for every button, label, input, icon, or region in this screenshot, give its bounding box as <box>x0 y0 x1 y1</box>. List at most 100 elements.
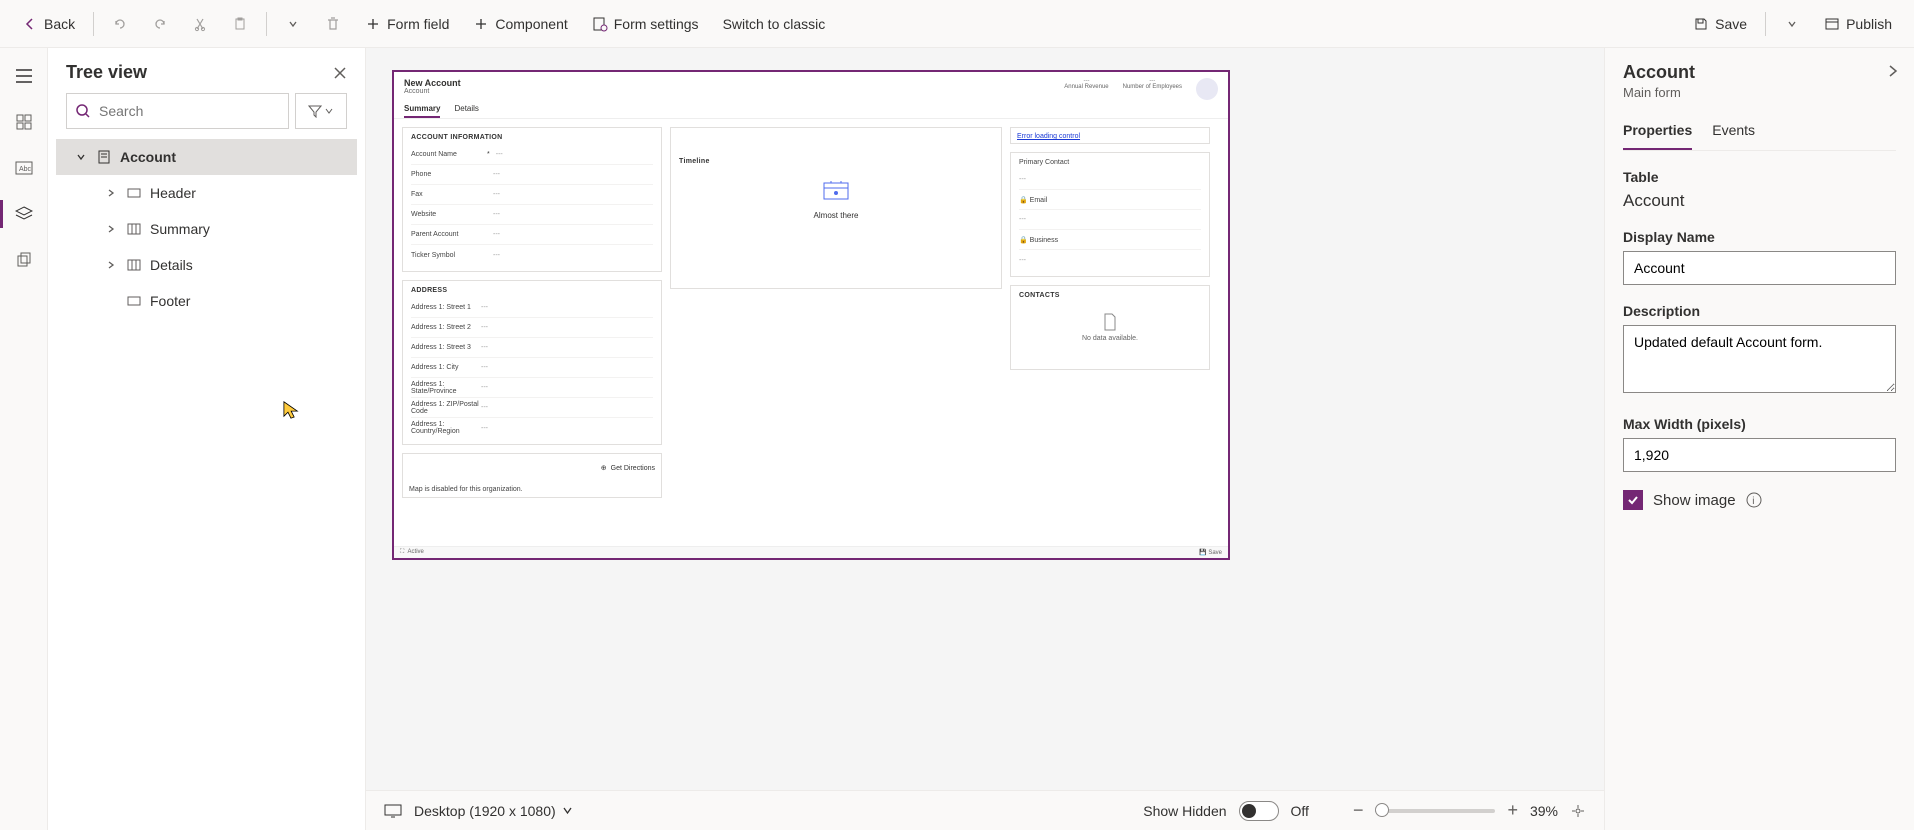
viewport-selector[interactable]: Desktop (1920 x 1080) <box>414 803 573 819</box>
tree-item-details[interactable]: Details <box>56 247 357 283</box>
info-icon[interactable]: i <box>1746 492 1762 508</box>
svg-text:Abc: Abc <box>19 166 32 173</box>
chevron-right-icon <box>104 224 118 234</box>
cut-icon <box>192 16 208 32</box>
max-width-label: Max Width (pixels) <box>1623 416 1896 432</box>
switch-classic-button[interactable]: Switch to classic <box>713 6 836 42</box>
switch-classic-label: Switch to classic <box>723 16 826 32</box>
components-rail-button[interactable] <box>0 100 48 144</box>
form-preview[interactable]: New Account Account ---Annual Revenue --… <box>392 70 1230 560</box>
preview-footer: ⛶ Active 💾 Save <box>394 546 1228 558</box>
section-contacts[interactable]: CONTACTS No data available. <box>1010 285 1210 370</box>
save-dropdown[interactable] <box>1774 6 1810 42</box>
section-timeline[interactable]: Timeline Almost there <box>670 127 1002 289</box>
layers-icon <box>15 206 33 222</box>
monitor-icon <box>384 804 402 818</box>
save-icon <box>1693 16 1709 32</box>
command-bar: Back Form field Component Form settings … <box>0 0 1914 48</box>
section-primary-contact[interactable]: Primary Contact --- 🔒 Email --- 🔒 Busine… <box>1010 152 1210 277</box>
publish-button[interactable]: Publish <box>1814 6 1902 42</box>
show-hidden-label: Show Hidden <box>1143 803 1226 819</box>
display-name-input[interactable] <box>1623 251 1896 285</box>
save-button[interactable]: Save <box>1683 6 1757 42</box>
chevron-down-icon <box>1784 16 1800 32</box>
left-rail: Abc <box>0 48 48 830</box>
status-bar: Desktop (1920 x 1080) Show Hidden Off − … <box>366 790 1604 830</box>
tree-item-label: Footer <box>150 293 190 309</box>
tree-item-account[interactable]: Account <box>56 139 357 175</box>
paste-icon <box>232 16 248 32</box>
trash-icon <box>325 16 341 32</box>
tree-item-footer[interactable]: Footer <box>56 283 357 319</box>
paste-dropdown[interactable] <box>275 6 311 42</box>
document-icon <box>1102 313 1118 331</box>
tree-item-label: Details <box>150 257 193 273</box>
tree-item-label: Summary <box>150 221 210 237</box>
divider <box>266 12 267 36</box>
zoom-slider[interactable] <box>1375 809 1495 813</box>
zoom-value: 39% <box>1530 803 1558 819</box>
form-title: New Account <box>404 78 461 88</box>
header-metrics: ---Annual Revenue ---Number of Employees <box>1064 78 1218 100</box>
description-input[interactable] <box>1623 325 1896 393</box>
tab-properties[interactable]: Properties <box>1623 116 1692 150</box>
section-account-info[interactable]: ACCOUNT INFORMATION Account Name*--- Pho… <box>402 127 662 272</box>
tree-search-input[interactable] <box>99 103 280 119</box>
plus-icon <box>473 16 489 32</box>
add-component-button[interactable]: Component <box>463 6 577 42</box>
add-form-field-button[interactable]: Form field <box>355 6 459 42</box>
table-value: Account <box>1623 191 1896 211</box>
tree-rail-button[interactable] <box>0 192 48 236</box>
fields-rail-button[interactable]: Abc <box>0 146 48 190</box>
chevron-right-icon <box>104 260 118 270</box>
filter-icon <box>308 104 322 118</box>
collapse-panel-button[interactable] <box>1886 64 1900 78</box>
show-hidden-toggle[interactable] <box>1239 801 1279 821</box>
back-button[interactable]: Back <box>12 6 85 42</box>
tree-item-header[interactable]: Header <box>56 175 357 211</box>
zoom-in-button[interactable]: + <box>1507 800 1518 821</box>
delete-button[interactable] <box>315 6 351 42</box>
plus-icon <box>365 16 381 32</box>
close-tree-button[interactable] <box>333 66 347 80</box>
back-label: Back <box>44 16 75 32</box>
display-name-label: Display Name <box>1623 229 1896 245</box>
paste-button[interactable] <box>222 6 258 42</box>
preview-tab-details[interactable]: Details <box>454 104 478 118</box>
zoom-out-button[interactable]: − <box>1353 800 1364 821</box>
section-map[interactable]: ⊕Get Directions Map is disabled for this… <box>402 453 662 498</box>
svg-text:i: i <box>1752 496 1754 507</box>
props-subheading: Main form <box>1623 85 1896 100</box>
fit-icon <box>1570 803 1586 819</box>
undo-button[interactable] <box>102 6 138 42</box>
divider <box>93 12 94 36</box>
publish-label: Publish <box>1846 16 1892 32</box>
hamburger-icon <box>15 69 33 83</box>
tab-icon <box>126 223 142 235</box>
props-heading: Account <box>1623 62 1896 83</box>
form-settings-icon <box>592 16 608 32</box>
check-icon <box>1627 494 1639 506</box>
chevron-down-icon <box>74 152 88 162</box>
tree-search-box[interactable] <box>66 93 289 129</box>
form-settings-button[interactable]: Form settings <box>582 6 709 42</box>
tab-events[interactable]: Events <box>1712 116 1755 150</box>
copy-icon <box>16 252 32 268</box>
arrow-left-icon <box>22 16 38 32</box>
show-image-checkbox[interactable] <box>1623 490 1643 510</box>
search-icon <box>75 103 91 119</box>
hamburger-button[interactable] <box>0 54 48 98</box>
description-label: Description <box>1623 303 1896 319</box>
tree-filter-button[interactable] <box>295 93 347 129</box>
tree-view-panel: Tree view Account Header Summary Details <box>48 48 366 830</box>
preview-tab-summary[interactable]: Summary <box>404 104 440 118</box>
library-rail-button[interactable] <box>0 238 48 282</box>
section-address[interactable]: ADDRESS Address 1: Street 1--- Address 1… <box>402 280 662 445</box>
chevron-down-icon <box>285 16 301 32</box>
section-error[interactable]: Error loading control <box>1010 127 1210 144</box>
max-width-input[interactable] <box>1623 438 1896 472</box>
tree-item-summary[interactable]: Summary <box>56 211 357 247</box>
cut-button[interactable] <box>182 6 218 42</box>
redo-button[interactable] <box>142 6 178 42</box>
fit-button[interactable] <box>1570 803 1586 819</box>
